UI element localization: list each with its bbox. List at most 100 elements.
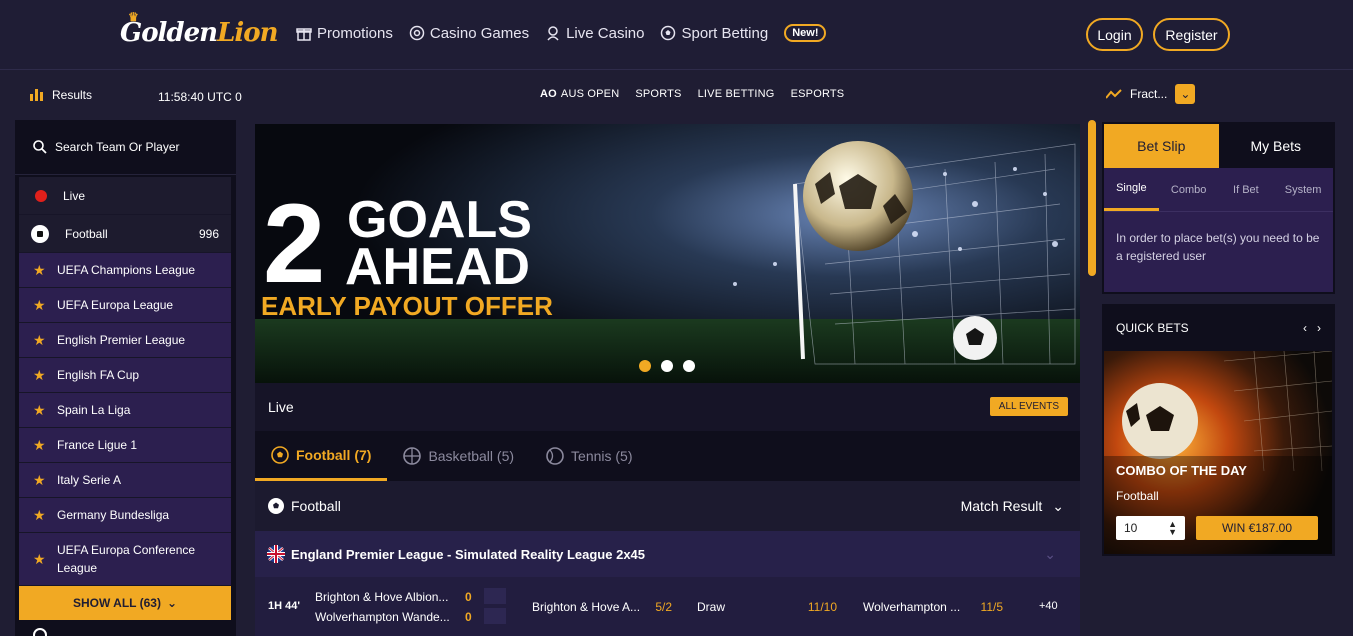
bet-type-system[interactable]: System — [1273, 168, 1333, 211]
odd-draw-label: Draw — [697, 600, 726, 614]
subnav-esports[interactable]: ESPORTS — [791, 88, 845, 100]
sidebar-football-label: Football — [65, 226, 108, 241]
odd-away-button[interactable]: Wolverhampton ... 11/5 — [856, 587, 1010, 627]
league-label: France Ligue 1 — [57, 438, 138, 452]
sidebar-league[interactable]: ★ UEFA Europa Conference League — [19, 533, 231, 586]
odds-format-value: Fract... — [1130, 87, 1168, 101]
star-icon: ★ — [33, 331, 46, 348]
new-badge: New! — [784, 24, 827, 42]
stepper-icon: ▲ ▼ — [1168, 519, 1177, 537]
bet-type-combo[interactable]: Combo — [1159, 168, 1219, 211]
carousel-dots — [639, 360, 695, 372]
star-icon: ★ — [33, 550, 46, 567]
main-content: 2 GOALS AHEAD EARLY PAYOUT OFFER Live AL… — [255, 124, 1080, 636]
nav-casino-label: Casino Games — [429, 24, 530, 42]
chevron-down-icon[interactable]: ⌄ — [1175, 84, 1196, 104]
odd-draw-button[interactable]: Draw 11/10 — [690, 587, 844, 627]
results-link[interactable]: Results — [30, 88, 92, 102]
carousel-dot[interactable] — [639, 360, 651, 372]
nav-promotions[interactable]: Promotions — [296, 25, 393, 42]
tab-my-bets[interactable]: My Bets — [1219, 124, 1334, 168]
utc-clock: 11:58:40 UTC 0 — [158, 90, 242, 104]
sidebar-item-live[interactable]: Live — [19, 177, 231, 215]
gift-icon — [296, 28, 312, 41]
sidebar-league[interactable]: ★ English Premier League — [19, 323, 231, 358]
subnav-aus-open[interactable]: AO AUS OPEN — [540, 88, 619, 100]
carousel-dot[interactable] — [683, 360, 695, 372]
odds-format-selector[interactable]: Fract... ⌄ — [1106, 84, 1196, 104]
main-nav: Promotions Casino Games Live Casino Spor… — [296, 24, 827, 42]
sidebar-league[interactable]: ★ Spain La Liga — [19, 393, 231, 428]
sport-header: Football Match Result ⌄ — [255, 481, 1080, 531]
sidebar-league[interactable]: ★ UEFA Europa League — [19, 288, 231, 323]
live-dealer-icon — [547, 26, 559, 41]
login-button[interactable]: Login — [1086, 18, 1143, 51]
sidebar-league[interactable]: ★ Germany Bundesliga — [19, 498, 231, 533]
nav-live-casino-label: Live Casino — [566, 24, 645, 42]
football-icon — [31, 224, 49, 243]
sidebar-league[interactable]: ★ France Ligue 1 — [19, 428, 231, 463]
sport-tabs: Football (7) Basketball (5) Tennis (5) — [255, 431, 1080, 481]
bet-type-if-bet[interactable]: If Bet — [1219, 168, 1274, 211]
star-icon: ★ — [33, 436, 46, 453]
basketball-icon — [403, 447, 422, 465]
nav-casino-games[interactable]: Casino Games — [409, 25, 529, 42]
market-selector[interactable]: Match Result ⌄ — [961, 498, 1064, 515]
sidebar-league[interactable]: ★ Italy Serie A — [19, 463, 231, 498]
tab-football-label: Football (7) — [296, 446, 372, 463]
scrollbar-thumb[interactable] — [1088, 120, 1096, 276]
sidebar-league[interactable]: ★ UEFA Champions League — [19, 253, 231, 288]
football-count: 996 — [198, 226, 219, 241]
show-all-label: SHOW ALL (63) — [72, 596, 161, 610]
tab-bet-slip[interactable]: Bet Slip — [1104, 124, 1219, 168]
trend-icon — [1106, 89, 1122, 99]
tab-tennis[interactable]: Tennis (5) — [530, 431, 648, 481]
all-events-button[interactable]: ALL EVENTS — [989, 397, 1068, 416]
bet-type-single[interactable]: Single — [1104, 168, 1159, 211]
sport-title: Football — [291, 498, 341, 514]
live-dot-icon — [35, 189, 47, 202]
sidebar-next-item-icon — [33, 628, 47, 636]
combo-of-the-day-card[interactable]: COMBO OF THE DAY Football 10 ▲ ▼ WIN €187… — [1104, 351, 1332, 554]
more-markets-button[interactable]: +40 — [1039, 600, 1058, 612]
subnav-sports[interactable]: SPORTS — [635, 88, 681, 100]
promo-banner[interactable]: 2 GOALS AHEAD EARLY PAYOUT OFFER — [255, 124, 1080, 383]
carousel-dot[interactable] — [661, 360, 673, 372]
tab-football[interactable]: Football (7) — [255, 431, 388, 481]
win-button[interactable]: WIN €187.00 — [1196, 516, 1318, 540]
league-header[interactable]: England Premier League - Simulated Reali… — [255, 531, 1080, 577]
nav-promotions-label: Promotions — [317, 24, 393, 42]
nav-sport-betting[interactable]: Sport Betting — [660, 25, 768, 42]
star-icon: ★ — [33, 366, 46, 383]
tab-basketball[interactable]: Basketball (5) — [387, 431, 530, 481]
stake-stepper[interactable]: 10 ▲ ▼ — [1116, 516, 1185, 540]
home-score: 0 — [465, 590, 472, 604]
chevron-right-icon[interactable]: › — [1317, 321, 1321, 335]
star-icon: ★ — [33, 261, 46, 278]
subnav-live-betting[interactable]: LIVE BETTING — [698, 88, 775, 100]
odd-away-value: 11/5 — [980, 600, 1003, 614]
sports-subnav: AO AUS OPEN SPORTS LIVE BETTING ESPORTS — [540, 88, 844, 100]
combo-sport: Football — [1116, 489, 1159, 503]
chevron-left-icon[interactable]: ‹ — [1303, 321, 1307, 335]
register-button[interactable]: Register — [1153, 18, 1230, 51]
chevron-down-icon[interactable]: ⌄ — [1044, 546, 1056, 563]
show-all-button[interactable]: SHOW ALL (63) ⌄ — [19, 586, 231, 620]
odd-home-team: Brighton & Hove A... — [532, 600, 641, 614]
sidebar-league[interactable]: ★ English FA Cup — [19, 358, 231, 393]
crown-icon: ♛ — [128, 10, 139, 24]
golden-lion-logo[interactable]: ♛ GoldenLion — [120, 10, 278, 48]
away-team: Wolverhampton Wande... — [315, 610, 450, 624]
uk-flag-icon — [267, 545, 285, 563]
match-row[interactable]: 1H 44' Brighton & Hove Albion... Wolverh… — [255, 577, 1080, 636]
search-icon — [33, 140, 47, 154]
search-input[interactable]: Search Team Or Player — [15, 120, 236, 175]
football-icon — [661, 25, 676, 41]
results-label: Results — [52, 88, 93, 102]
banner-line2: AHEAD — [345, 238, 530, 296]
nav-live-casino[interactable]: Live Casino — [545, 25, 644, 42]
sidebar-item-football[interactable]: Football 996 — [19, 215, 231, 253]
live-header: Live ALL EVENTS — [255, 383, 1080, 431]
odd-home-button[interactable]: Brighton & Hove A... 5/2 — [525, 587, 679, 627]
bet-slip-tabs: Bet Slip My Bets — [1104, 124, 1333, 168]
